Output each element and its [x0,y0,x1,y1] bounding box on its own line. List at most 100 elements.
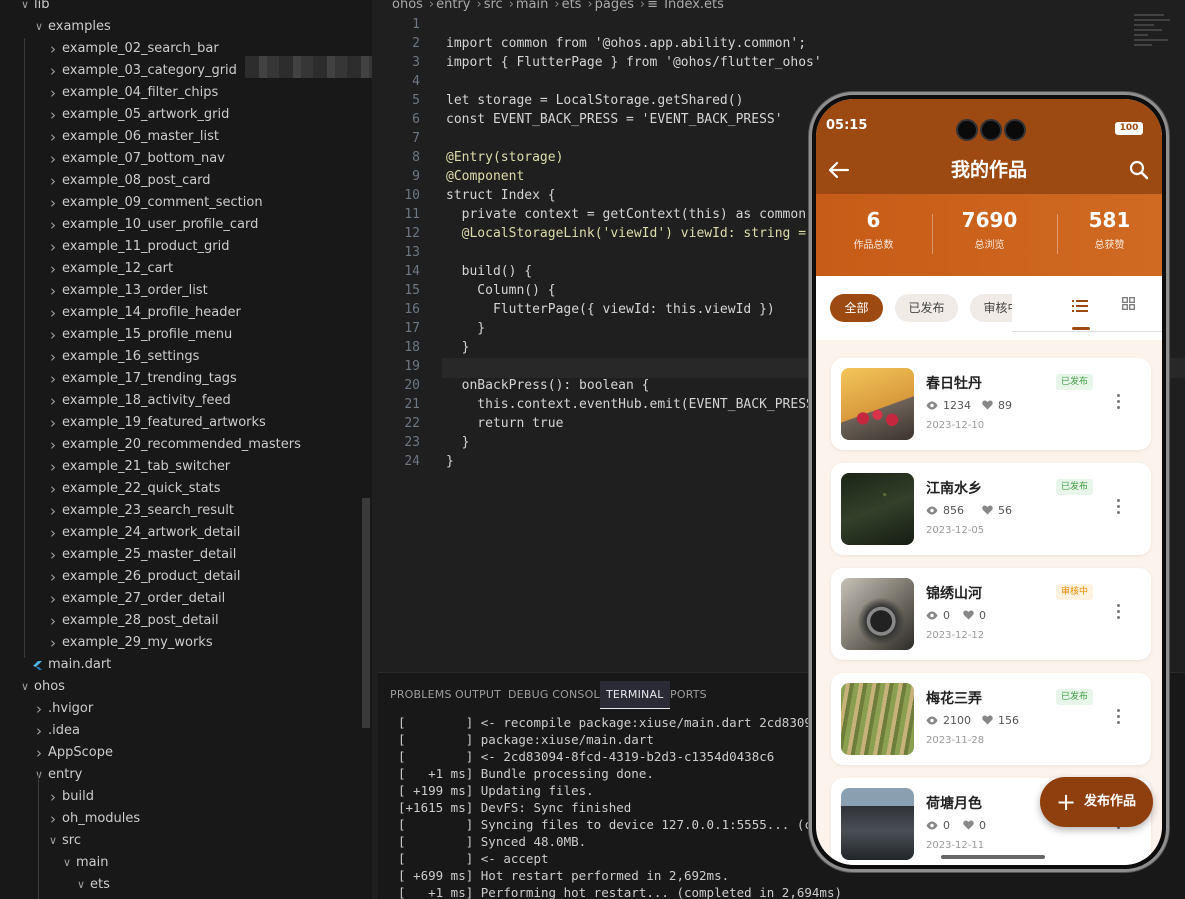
folder-item[interactable]: › example_06_master_list [0,126,360,148]
status-badge: 已发布 [1056,479,1094,495]
folder-item[interactable]: › example_15_profile_menu [0,324,360,346]
folder-item[interactable]: › example_13_order_list [0,280,360,302]
work-card[interactable]: 春日牡丹 已发布 1234 89 2023-12-10 [831,358,1151,450]
work-thumbnail [841,683,914,755]
folder-item[interactable]: › example_11_product_grid [0,236,360,258]
code-line[interactable]: 3 import { FlutterPage } from '@ohos/flut… [372,53,1072,72]
folder-item[interactable]: › example_26_product_detail [0,566,360,588]
tree-item-label: example_27_order_detail [62,591,226,606]
tree-item-label: example_08_post_card [62,173,211,188]
folder-item[interactable]: ∨ lib [0,0,360,16]
tree-item-label: ets [90,877,110,892]
folder-item[interactable]: › example_14_profile_header [0,302,360,324]
folder-item[interactable]: ∨ main [0,852,360,874]
breadcrumb-item[interactable]: pages [595,0,634,12]
folder-item[interactable]: ∨ src [0,830,360,852]
tree-item-label: ohos [34,679,65,694]
plus-icon: + [1056,788,1077,816]
minimap[interactable] [1134,14,1174,64]
code-line[interactable]: 2 import common from '@ohos.app.ability.c… [372,34,1072,53]
folder-item[interactable]: › example_10_user_profile_card [0,214,360,236]
folder-item[interactable]: › example_20_recommended_masters [0,434,360,456]
work-thumbnail [841,578,914,650]
tab-ports[interactable]: PORTS [664,681,713,709]
breadcrumb-item[interactable]: Index.ets [664,0,724,12]
folder-item[interactable]: › example_04_filter_chips [0,82,360,104]
line-number: 5 [412,93,420,108]
folder-item[interactable]: › .idea [0,720,360,742]
home-indicator[interactable] [941,855,1045,859]
folder-item[interactable]: ∨ entry [0,764,360,786]
folder-item[interactable]: › example_17_trending_tags [0,368,360,390]
tab-problems[interactable]: PROBLEMS [384,681,458,709]
more-vert-icon[interactable] [1116,394,1122,414]
folder-item[interactable]: › example_24_artwork_detail [0,522,360,544]
breadcrumb-item[interactable]: entry [436,0,470,12]
phone-emulator: 05:15 100 我的作品 6 作品总数 7690 总浏览 581 总获赞 全部 已… [809,92,1169,872]
line-number: 18 [404,340,420,355]
folder-item[interactable]: › example_29_my_works [0,632,360,654]
folder-item[interactable]: › example_07_bottom_nav [0,148,360,170]
tab-terminal[interactable]: TERMINAL [600,681,670,709]
battery-icon: 100 [1115,122,1143,135]
tab-debug-console[interactable]: DEBUG CONSOLE [502,681,613,709]
list-view-icon[interactable] [1072,300,1088,312]
tree-item-label: example_18_activity_feed [62,393,231,408]
search-icon[interactable] [1128,159,1150,181]
terminal-line: [ +1 ms] Performing hot restart... (comp… [398,885,843,899]
more-vert-icon[interactable] [1116,499,1122,519]
folder-item[interactable]: › build [0,786,360,808]
code-text: import { FlutterPage } from '@ohos/flutt… [446,55,822,70]
chip-all[interactable]: 全部 [830,294,883,322]
chevron-right-icon: › [50,568,56,586]
breadcrumb-item[interactable]: ohos [392,0,423,12]
folder-item[interactable]: › example_25_master_detail [0,544,360,566]
more-vert-icon[interactable] [1116,604,1122,624]
tree-item-label: main [76,855,109,870]
view-toggle [1012,276,1162,332]
breadcrumb-item[interactable]: ets [562,0,582,12]
file-item[interactable]: main.dart [0,654,360,676]
folder-item[interactable]: › example_19_featured_artworks [0,412,360,434]
code-line[interactable]: 4 [372,72,1072,91]
folder-item[interactable]: ∨ ohos [0,676,360,698]
folder-item[interactable]: › example_09_comment_section [0,192,360,214]
work-card[interactable]: 锦绣山河 审核中 0 0 2023-12-12 [831,568,1151,660]
code-line[interactable]: 1 [372,15,1072,34]
eye-icon [926,714,943,727]
folder-item[interactable]: ∨ ets [0,874,360,896]
explorer-scrollbar[interactable] [362,498,370,728]
folder-item[interactable]: ∨ examples [0,16,360,38]
folder-item[interactable]: › AppScope [0,742,360,764]
folder-item[interactable]: › .hvigor [0,698,360,720]
work-card[interactable]: 江南水乡 已发布 856 56 2023-12-05 [831,463,1151,555]
grid-view-icon[interactable] [1122,297,1135,310]
folder-item[interactable]: › example_16_settings [0,346,360,368]
folder-item[interactable]: › oh_modules [0,808,360,830]
line-number: 23 [404,435,420,450]
work-title: 春日牡丹 [926,376,982,392]
folder-item[interactable]: › example_21_tab_switcher [0,456,360,478]
stat-likes: 581 总获赞 [1088,208,1131,251]
chevron-right-icon: › [50,810,56,828]
breadcrumb-item[interactable]: src [484,0,503,12]
folder-item[interactable]: › example_12_cart [0,258,360,280]
folder-item[interactable]: › example_23_search_result [0,500,360,522]
breadcrumb-item[interactable]: main [516,0,548,12]
tree-item-label: build [62,789,94,804]
folder-item[interactable]: › example_28_post_detail [0,610,360,632]
more-vert-icon[interactable] [1116,709,1122,729]
tree-item-label: .hvigor [48,701,94,716]
terminal-line: [ ] Synced 48.0MB. [398,834,587,849]
folder-item[interactable]: › example_05_artwork_grid [0,104,360,126]
folder-item[interactable]: › example_08_post_card [0,170,360,192]
code-text: } [446,340,470,355]
folder-item[interactable]: › example_22_quick_stats [0,478,360,500]
chevron-down-icon: ∨ [34,768,44,781]
tab-output[interactable]: OUTPUT [449,681,507,709]
folder-item[interactable]: › example_27_order_detail [0,588,360,610]
folder-item[interactable]: › example_18_activity_feed [0,390,360,412]
work-card[interactable]: 梅花三弄 已发布 2100 156 2023-11-28 [831,673,1151,765]
publish-fab[interactable]: + 发布作品 [1040,777,1153,827]
chip-published[interactable]: 已发布 [895,294,958,322]
